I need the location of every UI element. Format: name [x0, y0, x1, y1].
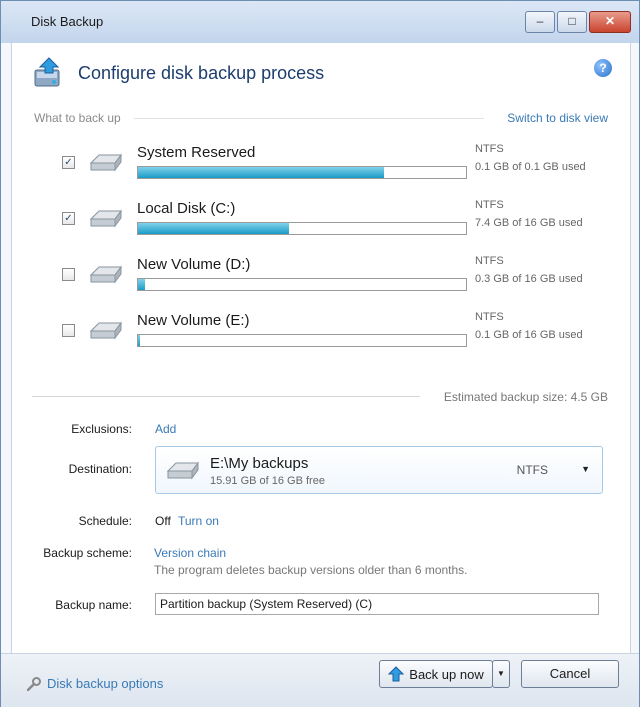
destination-filesystem: NTFS: [516, 463, 548, 477]
backup-scheme-label: Backup scheme:: [43, 546, 132, 560]
version-chain-link[interactable]: Version chain: [154, 546, 226, 560]
usage-text: 0.1 GB of 0.1 GB used: [475, 161, 586, 173]
maximize-button[interactable]: □: [557, 11, 587, 33]
usage-bar: [137, 222, 467, 235]
back-up-now-label: Back up now: [409, 666, 484, 682]
minimize-button[interactable]: –: [525, 11, 555, 33]
estimate-divider: [32, 396, 420, 397]
exclusions-label: Exclusions:: [71, 422, 132, 436]
back-up-now-button[interactable]: Back up now: [379, 660, 493, 688]
chevron-down-icon[interactable]: ▼: [581, 464, 590, 474]
hard-drive-icon: [166, 461, 199, 480]
title-bar[interactable]: Disk Backup – □ ✕: [1, 1, 639, 43]
add-exclusions-link[interactable]: Add: [155, 422, 176, 436]
backup-name-input[interactable]: [155, 593, 599, 615]
usage-bar: [137, 334, 467, 347]
partition-row-system-reserved[interactable]: ✓ System Reserved NTFS 0.1 GB of 0.1 GB …: [62, 143, 622, 191]
backup-name-label: Backup name:: [55, 598, 132, 612]
usage-text: 7.4 GB of 16 GB used: [475, 217, 583, 229]
schedule-label: Schedule:: [78, 514, 132, 528]
filesystem-label: NTFS: [475, 311, 504, 323]
usage-bar: [137, 278, 467, 291]
partition-name: New Volume (E:): [137, 312, 250, 329]
partition-checkbox[interactable]: [62, 324, 75, 337]
filesystem-label: NTFS: [475, 143, 504, 155]
destination-free-space: 15.91 GB of 16 GB free: [210, 475, 325, 487]
turn-on-schedule-link[interactable]: Turn on: [178, 514, 219, 528]
usage-bar-fill: [138, 335, 140, 346]
filesystem-label: NTFS: [475, 255, 504, 267]
usage-text: 0.1 GB of 16 GB used: [475, 329, 583, 341]
filesystem-label: NTFS: [475, 199, 504, 211]
partition-row-local-disk-c[interactable]: ✓ Local Disk (C:) NTFS 7.4 GB of 16 GB u…: [62, 199, 622, 247]
partition-checkbox[interactable]: ✓: [62, 212, 75, 225]
section-divider: [134, 118, 484, 119]
hard-drive-icon: [89, 153, 122, 172]
backup-scheme-note: The program deletes backup versions olde…: [154, 563, 468, 577]
partition-name: Local Disk (C:): [137, 200, 236, 217]
destination-path: E:\My backups: [210, 455, 309, 472]
usage-bar-fill: [138, 167, 384, 178]
destination-label: Destination:: [68, 462, 132, 476]
help-icon[interactable]: ?: [594, 59, 612, 77]
destination-dropdown[interactable]: E:\My backups 15.91 GB of 16 GB free NTF…: [155, 446, 603, 494]
hard-drive-icon: [89, 321, 122, 340]
partition-name: New Volume (D:): [137, 256, 251, 273]
disk-backup-options-label: Disk backup options: [47, 676, 164, 691]
usage-text: 0.3 GB of 16 GB used: [475, 273, 583, 285]
wrench-icon: [27, 676, 41, 691]
page-title: Configure disk backup process: [78, 63, 325, 83]
window-title: Disk Backup: [31, 14, 104, 29]
partition-checkbox[interactable]: [62, 268, 75, 281]
usage-bar: [137, 166, 467, 179]
cancel-button[interactable]: Cancel: [521, 660, 619, 688]
hard-drive-icon: [89, 209, 122, 228]
usage-bar-fill: [138, 223, 289, 234]
partition-row-new-volume-d[interactable]: New Volume (D:) NTFS 0.3 GB of 16 GB use…: [62, 255, 622, 303]
backup-arrow-icon: [388, 666, 405, 682]
dialog-content: Configure disk backup process ? What to …: [11, 43, 631, 653]
disk-backup-icon: [34, 57, 60, 87]
close-button[interactable]: ✕: [589, 11, 631, 33]
schedule-status: Off: [155, 514, 171, 528]
disk-backup-window: Disk Backup – □ ✕ Configure disk backup …: [0, 0, 640, 707]
hard-drive-icon: [89, 265, 122, 284]
partition-name: System Reserved: [137, 144, 256, 161]
dialog-footer: Disk backup options Back up now ▼ Cancel: [1, 653, 639, 707]
usage-bar-fill: [138, 279, 145, 290]
switch-to-disk-view-link[interactable]: Switch to disk view: [507, 111, 608, 125]
estimated-backup-size: Estimated backup size: 4.5 GB: [443, 390, 608, 404]
disk-backup-options-link[interactable]: Disk backup options: [27, 676, 163, 691]
partition-checkbox[interactable]: ✓: [62, 156, 75, 169]
back-up-options-dropdown[interactable]: ▼: [492, 660, 510, 688]
what-to-back-up-label: What to back up: [34, 111, 121, 125]
partition-row-new-volume-e[interactable]: New Volume (E:) NTFS 0.1 GB of 16 GB use…: [62, 311, 622, 359]
